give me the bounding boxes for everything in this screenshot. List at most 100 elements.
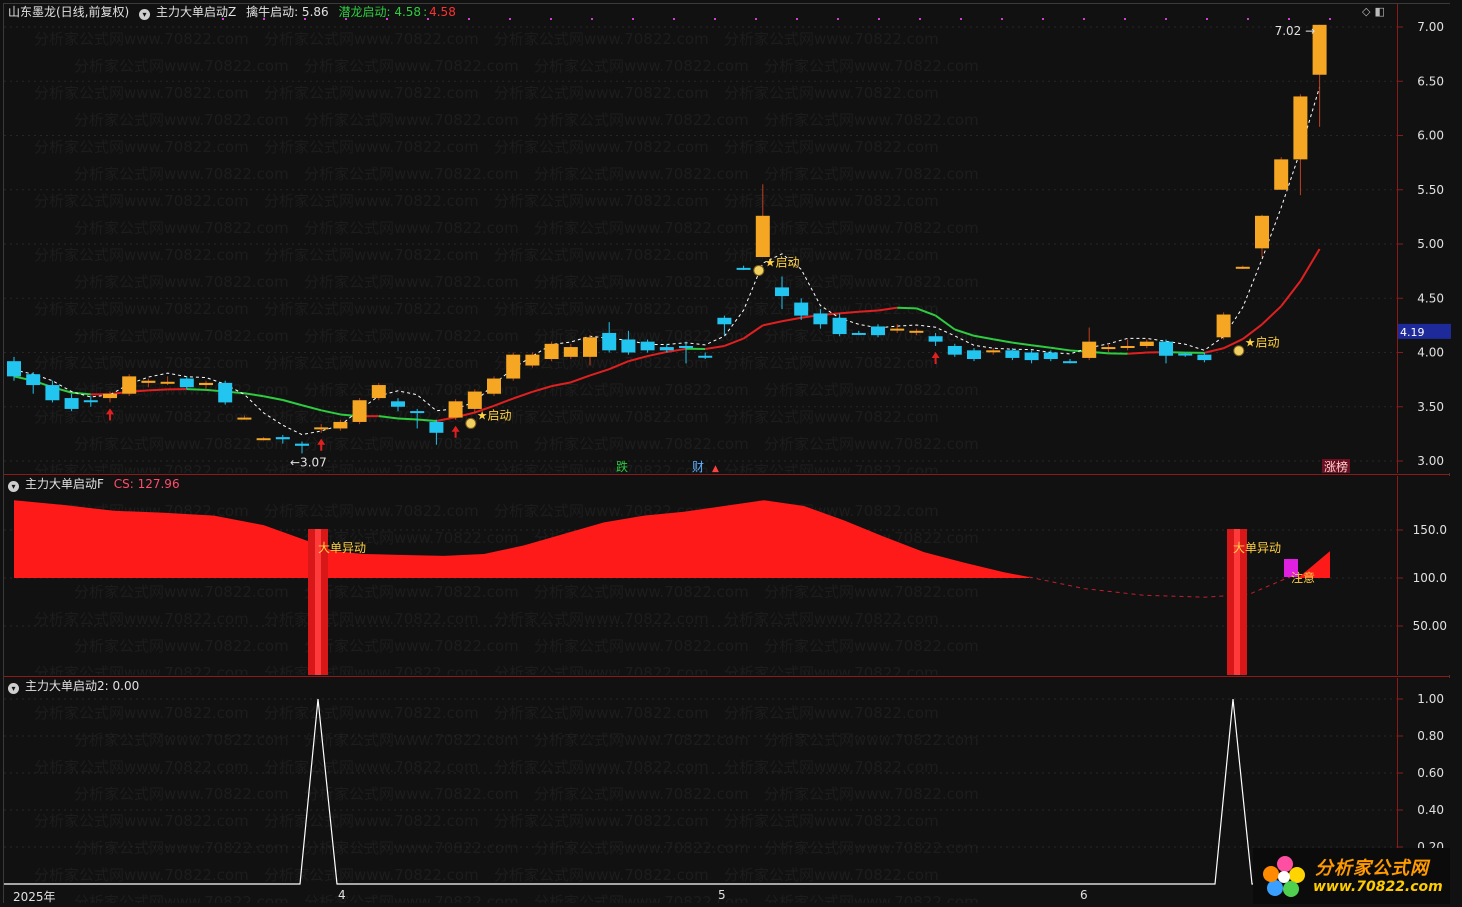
signal-dot <box>468 18 470 20</box>
window-icon[interactable]: ◧ <box>1374 5 1388 18</box>
watermark-text: 分析家公式网www.70822.com <box>534 435 749 453</box>
candle-body <box>429 421 444 433</box>
ma-line-segment <box>858 309 879 313</box>
watermark-text: 分析家公式网www.70822.com <box>34 812 249 830</box>
price-tick-label: 5.00 <box>1417 237 1444 251</box>
watermark-text: 分析家公式网www.70822.com <box>264 812 479 830</box>
qn-start-value: 擒牛启动: 5.86 <box>246 5 329 19</box>
candle-body <box>563 347 578 357</box>
ma-line-segment <box>897 306 917 310</box>
watermark-text: 分析家公式网www.70822.com <box>264 192 479 210</box>
corner-controls[interactable]: ◇◧ <box>1362 5 1389 18</box>
ma-line-segment <box>493 397 514 407</box>
price-tick-label: 6.50 <box>1417 74 1444 88</box>
signal-dot <box>1165 18 1167 20</box>
watermark-text: 分析家公式网www.70822.com <box>34 246 249 264</box>
price-tick-label: 6.00 <box>1417 129 1444 143</box>
watermark-text: 分析家公式网www.70822.com <box>74 785 289 803</box>
watermark-text: 分析家公式网www.70822.com <box>534 731 749 749</box>
start-label: ★启动 <box>1245 336 1280 350</box>
candle-body <box>1024 352 1039 361</box>
candle-body <box>352 400 367 422</box>
coin-icon <box>465 417 477 429</box>
watermark-text: 分析家公式网www.70822.com <box>34 408 249 426</box>
watermark-text: 分析家公式网www.70822.com <box>724 84 939 102</box>
watermark-text: 分析家公式网www.70822.com <box>764 637 979 655</box>
ma-line-segment <box>1261 305 1282 326</box>
signal-dot <box>1206 18 1208 20</box>
watermark-text: 分析家公式网www.70822.com <box>724 866 939 884</box>
candle-body <box>967 350 981 360</box>
candle-body <box>640 341 655 351</box>
watermark-text: 分析家公式网www.70822.com <box>34 84 249 102</box>
ma-line-segment <box>1204 347 1224 354</box>
signal-chart[interactable]: 分析家公式网www.70822.com 分析家公式网www.70822.com 分析… <box>4 678 1397 907</box>
signal-dot <box>632 18 634 20</box>
candle-body <box>717 317 732 325</box>
candle-body <box>256 438 271 441</box>
f-toggle-icon[interactable]: ▾ <box>8 481 19 492</box>
watermark-text: 分析家公式网www.70822.com <box>34 192 249 210</box>
indicator-name: 主力大单启动Z <box>156 5 237 19</box>
watermark-text: 分析家公式网www.70822.com <box>34 664 249 675</box>
candle-body <box>487 378 501 394</box>
candle-body <box>506 354 521 379</box>
f-tick-label: 150.0 <box>1413 523 1447 537</box>
candle-body <box>1139 341 1154 346</box>
watermark-text: 分析家公式网www.70822.com <box>494 30 709 48</box>
watermark-text: 分析家公式网www.70822.com <box>74 111 289 129</box>
signal-dot <box>960 18 962 20</box>
watermark-text: 分析家公式网www.70822.com <box>724 192 939 210</box>
f-indicator-panel[interactable]: 分析家公式网www.70822.com 分析家公式网www.70822.com 分析… <box>4 476 1397 682</box>
candle-body <box>275 437 290 440</box>
price-chart[interactable]: 分析家公式网www.70822.com 分析家公式网www.70822.com 分析… <box>4 4 1397 480</box>
signal-toggle-icon[interactable]: ▾ <box>8 683 19 694</box>
candle-body <box>1274 159 1289 190</box>
signal-panel[interactable]: 分析家公式网www.70822.com 分析家公式网www.70822.com 分析… <box>4 678 1397 907</box>
f-indicator-chart[interactable]: 分析家公式网www.70822.com 分析家公式网www.70822.com 分析… <box>4 476 1397 682</box>
candle-body <box>160 381 175 384</box>
watermark-text: 分析家公式网www.70822.com <box>264 300 479 318</box>
candle-body <box>986 350 1001 353</box>
watermark-text: 分析家公式网www.70822.com <box>264 664 479 675</box>
f-header: ▾ 主力大单启动F CS: 127.96 <box>8 476 186 492</box>
candle-body <box>467 391 482 409</box>
diamond-icon[interactable]: ◇ <box>1362 5 1374 18</box>
candle-body <box>1159 341 1173 356</box>
watermark-text: 分析家公式网www.70822.com <box>74 57 289 75</box>
stock-title[interactable]: 山东墨龙(日线,前复权) <box>8 5 129 19</box>
candle-body <box>199 382 213 386</box>
s-tick-label: 0.40 <box>1417 803 1444 817</box>
watermark-text: 分析家公式网www.70822.com <box>494 462 709 473</box>
price-panel[interactable]: 分析家公式网www.70822.com 分析家公式网www.70822.com 分析… <box>4 4 1397 480</box>
watermark-text: 分析家公式网www.70822.com <box>74 637 289 655</box>
coin-icon <box>753 264 765 276</box>
signal-dot <box>591 18 593 20</box>
candle-body <box>141 380 156 383</box>
signal-name: 主力大单启动2 <box>25 679 105 693</box>
high-price-label: 7.02 → <box>1275 24 1316 38</box>
watermark-text: 分析家公式网www.70822.com <box>304 893 519 903</box>
site-logo: 分析家公式网 www.70822.com <box>1253 848 1450 904</box>
s-tick-label: 0.80 <box>1417 729 1444 743</box>
s-tick-label: 0.60 <box>1417 766 1444 780</box>
logo-url: www.70822.com <box>1313 879 1443 895</box>
tag-cai: 财 <box>692 460 704 473</box>
watermark-text: 分析家公式网www.70822.com <box>494 300 709 318</box>
watermark-text: 分析家公式网www.70822.com <box>34 866 249 884</box>
watermark-text: 分析家公式网www.70822.com <box>264 704 479 722</box>
current-price-label: 4.19 <box>1400 326 1425 339</box>
ma-line-segment <box>1031 344 1051 349</box>
date-label-apr: 4 <box>338 888 346 902</box>
indicator-toggle-icon[interactable]: ▾ <box>139 9 151 20</box>
ma-line-segment <box>1012 341 1032 347</box>
watermark-text: 分析家公式网www.70822.com <box>264 84 479 102</box>
candle-body <box>1293 96 1308 160</box>
watermark-text: 分析家公式网www.70822.com <box>264 30 479 48</box>
watermark-text: 分析家公式网www.70822.com <box>534 111 749 129</box>
s-tick-label: 1.00 <box>1417 692 1444 706</box>
watermark-text: 分析家公式网www.70822.com <box>304 731 519 749</box>
watermark-text: 分析家公式网www.70822.com <box>34 30 249 48</box>
watermark-text: 分析家公式网www.70822.com <box>764 381 979 399</box>
ma-line-segment <box>186 388 207 391</box>
